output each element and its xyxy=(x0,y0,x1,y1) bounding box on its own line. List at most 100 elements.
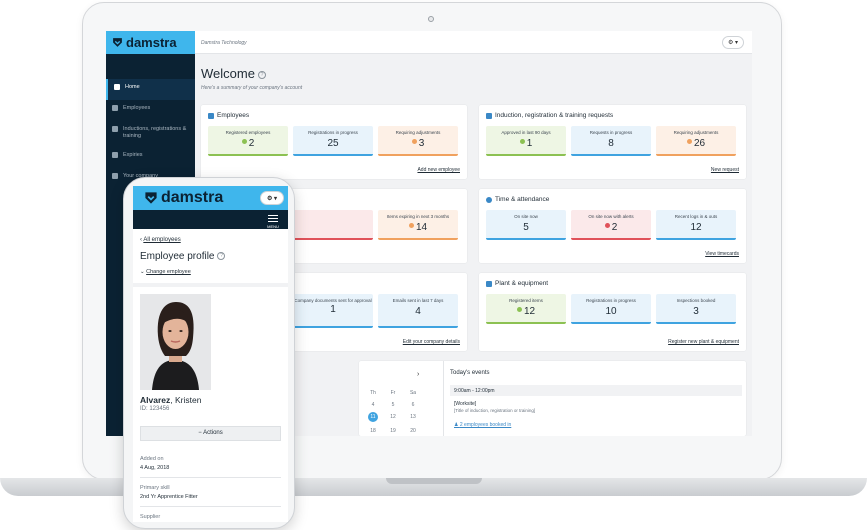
tile-on-site-with-alerts[interactable]: On site now with alerts 2 xyxy=(571,210,651,240)
calendar-day-today[interactable]: 11 xyxy=(368,412,378,422)
welcome-text: Welcome xyxy=(201,66,255,81)
tile-label: Items expiring in next 3 months xyxy=(386,214,450,219)
added-on-label: Added on xyxy=(140,456,164,462)
event-time-slot: 9:00am - 12:00pm xyxy=(450,385,742,396)
field-separator xyxy=(140,477,281,478)
change-employee-link[interactable]: ⌄ Change employee xyxy=(140,269,191,275)
clipboard-icon xyxy=(112,126,118,132)
employee-id: ID: 123456 xyxy=(140,406,170,412)
tile-on-site-now[interactable]: On site now 5 xyxy=(486,210,566,240)
tile-emails-sent[interactable]: Emails sent in last 7 days 4 xyxy=(378,294,458,328)
calendar-next-button[interactable]: › xyxy=(417,371,419,378)
camera-icon xyxy=(428,16,434,22)
tile-number: 26 xyxy=(693,137,706,149)
event-description: [Title of induction, registration or tra… xyxy=(454,408,536,413)
card-title-text: Plant & equipment xyxy=(495,280,549,287)
tile-registered-employees[interactable]: Registered employees 2 xyxy=(208,126,288,156)
sidebar-item-label: Inductions, registrations & training xyxy=(123,126,187,139)
tile-number: 10 xyxy=(605,305,617,317)
tile-number: 3 xyxy=(693,305,699,317)
tile-label: On site now xyxy=(514,214,538,219)
calendar-day[interactable]: 6 xyxy=(403,402,423,408)
tile-number: 5 xyxy=(523,221,529,233)
sidebar-item-employees[interactable]: Employees xyxy=(106,100,195,121)
sidebar-item-inductions[interactable]: Inductions, registrations & training xyxy=(106,121,195,147)
card-title: Time & attendance xyxy=(486,196,549,203)
calendar-day[interactable]: 19 xyxy=(383,428,403,434)
help-icon[interactable]: ? xyxy=(217,252,226,261)
id-card-icon xyxy=(486,112,492,119)
new-request-link[interactable]: New request xyxy=(711,167,739,173)
hamburger-menu-button[interactable]: MENU xyxy=(267,213,279,229)
tile-value: 2 xyxy=(208,138,288,149)
tile-recent-logs[interactable]: Recent logs in & outs 12 xyxy=(656,210,736,240)
shield-logo-icon xyxy=(113,38,122,47)
register-plant-link[interactable]: Register new plant & equipment xyxy=(668,339,739,345)
employees-card: Employees Registered employees 2 Registr… xyxy=(201,105,467,179)
tile-requests-in-progress[interactable]: Requests in progress 8 xyxy=(571,126,651,156)
shield-logo-icon xyxy=(145,192,157,204)
actions-button[interactable]: − Actions xyxy=(140,426,281,441)
supplier-label: Supplier xyxy=(140,514,161,520)
sidebar-item-label: Employees xyxy=(123,105,151,111)
home-icon xyxy=(114,84,120,90)
person-portrait-icon xyxy=(140,294,211,390)
view-timecards-link[interactable]: View timecards xyxy=(705,251,739,257)
user-icon xyxy=(112,105,118,111)
card-title-text: Induction, registration & training reque… xyxy=(495,112,614,119)
card-title: Employees xyxy=(208,112,249,119)
card-title-text: Employees xyxy=(217,112,250,119)
help-icon[interactable]: ? xyxy=(257,70,266,79)
sidebar-item-expiries[interactable]: Expiries xyxy=(106,147,195,168)
status-dot-icon xyxy=(411,139,417,145)
calendar-day[interactable]: 12 xyxy=(383,414,403,422)
calendar-weekday: Th xyxy=(370,390,376,396)
induction-requests-card: Induction, registration & training reque… xyxy=(479,105,746,179)
back-to-employees-link[interactable]: ‹ All employees xyxy=(140,237,181,243)
tile-company-documents[interactable]: Company documents sent for approval 1 xyxy=(293,294,373,328)
calendar-day[interactable]: 5 xyxy=(383,402,403,408)
sidebar-item-home[interactable]: Home xyxy=(106,79,195,100)
field-separator xyxy=(140,506,281,507)
edit-company-details-link[interactable]: Edit your company details xyxy=(403,339,460,345)
tile-requiring-adjustments[interactable]: Requiring adjustments 3 xyxy=(378,126,458,156)
tile-expired-items[interactable] xyxy=(293,210,373,240)
tile-label: Requests in progress xyxy=(589,130,633,135)
tile-number: 3 xyxy=(418,137,425,149)
calendar-weekday: Sa xyxy=(409,390,417,396)
calendar-day[interactable]: 20 xyxy=(403,428,423,434)
tile-label: Recent logs in & outs xyxy=(674,214,718,219)
tile-inspections-booked[interactable]: Inspections booked 3 xyxy=(656,294,736,324)
add-new-employee-link[interactable]: Add new employee xyxy=(417,167,460,173)
calendar-events-card: › Th Fr Sa 4 5 6 11 12 13 18 19 20 Today xyxy=(359,361,746,436)
laptop-notch xyxy=(386,478,482,484)
brand-logo[interactable]: damstra xyxy=(106,31,195,54)
tile-label: Emails sent in last 7 days xyxy=(392,298,444,303)
tile-registrations-in-progress[interactable]: Registrations in progress 25 xyxy=(293,126,373,156)
settings-dropdown[interactable]: ⚙ ▾ xyxy=(260,191,284,205)
top-bar: Damstra Technology ⚙ ▾ xyxy=(195,31,752,54)
tile-registrations-in-progress[interactable]: Registrations in progress 10 xyxy=(571,294,651,324)
change-employee-text: Change employee xyxy=(146,269,191,275)
calendar-day[interactable]: 18 xyxy=(363,428,383,434)
sidebar-nav: Home Employees Inductions, registrations… xyxy=(106,79,195,189)
card-title-text: Time & attendance xyxy=(495,196,550,203)
tile-registered-items[interactable]: Registered items 12 xyxy=(486,294,566,324)
calendar-day[interactable]: 4 xyxy=(363,402,383,408)
todays-events: Today's events 9:00am - 12:00pm [Worksit… xyxy=(443,361,746,436)
employee-photo xyxy=(140,294,211,390)
added-on-value: 4 Aug, 2018 xyxy=(140,465,170,471)
marketing-composition: damstra Home Employees Inductions, regis… xyxy=(0,0,867,530)
settings-dropdown[interactable]: ⚙ ▾ xyxy=(722,36,744,49)
sidebar-item-label: Expiries xyxy=(123,152,143,158)
tile-number: 1 xyxy=(526,137,533,149)
phone-navbar: MENU xyxy=(133,210,288,229)
tile-approved-last-90-days[interactable]: Approved in last 90 days 1 xyxy=(486,126,566,156)
employees-booked-link[interactable]: ♟ 2 employees booked in xyxy=(454,422,511,428)
tile-items-expiring[interactable]: Items expiring in next 3 months 14 xyxy=(378,210,458,240)
calendar-day[interactable]: 13 xyxy=(403,414,423,422)
tile-requiring-adjustments[interactable]: Requiring adjustments 26 xyxy=(656,126,736,156)
tile-number: 8 xyxy=(608,137,614,149)
plant-equipment-card: Plant & equipment Registered items 12 Re… xyxy=(479,273,746,351)
clock-icon xyxy=(486,196,492,203)
